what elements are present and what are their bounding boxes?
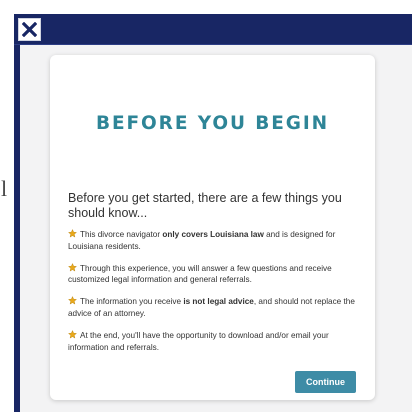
page: l BEFORE YOU BEGIN Before you get starte… xyxy=(0,0,412,412)
info-list: This divorce navigator only covers Louis… xyxy=(68,229,360,353)
star-icon xyxy=(68,229,77,238)
star-icon xyxy=(68,262,77,272)
close-icon xyxy=(22,22,37,37)
bullet-text: Through this experience, you will answer… xyxy=(68,263,332,285)
modal-body: BEFORE YOU BEGIN Before you get started,… xyxy=(20,45,412,412)
close-button[interactable] xyxy=(18,18,41,41)
bullet-emphasis: is not legal advice xyxy=(183,297,254,307)
bullet-text: At the end, you'll have the opportunity … xyxy=(68,331,329,352)
modal-header xyxy=(14,14,412,45)
card-title: BEFORE YOU BEGIN xyxy=(95,113,330,134)
bullet-emphasis: only covers Louisiana law xyxy=(162,230,264,239)
bullet-text: The information you receive xyxy=(80,297,184,307)
star-icon xyxy=(68,296,77,305)
list-item: At the end, you'll have the opportunity … xyxy=(68,330,360,353)
list-item: Through this experience, you will answer… xyxy=(68,262,360,286)
star-icon xyxy=(68,330,77,339)
bullet-text: This divorce navigator xyxy=(80,230,163,239)
intro-card: BEFORE YOU BEGIN Before you get started,… xyxy=(50,55,375,400)
modal-dialog: BEFORE YOU BEGIN Before you get started,… xyxy=(14,14,412,412)
list-item: This divorce navigator only covers Louis… xyxy=(68,229,360,252)
intro-text: Before you get started, there are a few … xyxy=(68,191,342,220)
list-item: The information you receive is not legal… xyxy=(68,296,360,319)
background-text-fragment: l xyxy=(1,176,8,201)
continue-button[interactable]: Continue xyxy=(295,371,356,393)
